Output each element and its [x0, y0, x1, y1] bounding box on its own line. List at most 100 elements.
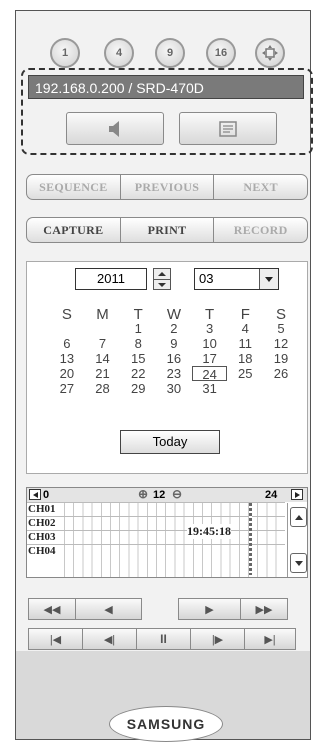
- year-down-icon[interactable]: [154, 280, 170, 290]
- calendar-day[interactable]: 5: [263, 321, 299, 336]
- year-value: 2011: [97, 271, 125, 286]
- calendar: 2011 03 S M T W T F S 1 2 3 4 5 6 7 8 9 10 11 12 13 1…: [26, 261, 308, 474]
- split-1-button[interactable]: 1: [50, 38, 80, 68]
- zoom-in-icon[interactable]: ⊕: [138, 487, 148, 501]
- calendar-day[interactable]: 16: [156, 351, 192, 366]
- capture-label: CAPTURE: [43, 222, 104, 237]
- calendar-day[interactable]: 4: [227, 321, 263, 336]
- calendar-day[interactable]: 31: [192, 381, 228, 396]
- calendar-days: 1 2 3 4 5 6 7 8 9 10 11 12 13 14 15 16 17 18 19 20 21 22 23 24 2…: [49, 321, 299, 396]
- year-field[interactable]: 2011: [75, 268, 147, 290]
- go-last-button[interactable]: ▶|: [244, 628, 296, 650]
- device-address-field[interactable]: 192.168.0.200 / SRD-470D: [28, 75, 304, 99]
- zoom-out-icon[interactable]: ⊖: [172, 487, 182, 501]
- previous-label: PREVIOUS: [134, 179, 200, 194]
- fullscreen-button[interactable]: [255, 38, 285, 68]
- today-button[interactable]: Today: [120, 430, 220, 454]
- calendar-day[interactable]: 1: [120, 321, 156, 336]
- fast-rewind-icon: ◀◀: [43, 603, 61, 616]
- month-select[interactable]: 03: [194, 268, 279, 290]
- split-9-button[interactable]: 9: [155, 38, 185, 68]
- viewer-panel: 1 4 9 16 192.168.0.200 / SRD-470D SEQUEN…: [15, 10, 313, 742]
- sequence-button-group: SEQUENCE PREVIOUS NEXT: [26, 174, 309, 200]
- timeline-row: CH04: [27, 544, 285, 558]
- split-4-button[interactable]: 4: [104, 38, 134, 68]
- scroll-down-icon[interactable]: [290, 553, 307, 573]
- previous-button[interactable]: PREVIOUS: [119, 174, 214, 200]
- calendar-day: [85, 321, 121, 336]
- split-16-button[interactable]: 16: [206, 38, 236, 68]
- calendar-day[interactable]: 21: [85, 366, 121, 381]
- calendar-day[interactable]: 24: [191, 366, 228, 382]
- calendar-day[interactable]: 17: [192, 351, 228, 366]
- calendar-day[interactable]: 18: [227, 351, 263, 366]
- calendar-day[interactable]: 20: [49, 366, 85, 381]
- calendar-day[interactable]: 15: [120, 351, 156, 366]
- calendar-day[interactable]: 8: [120, 336, 156, 351]
- channel-label: CH01: [28, 503, 56, 515]
- osd-button[interactable]: [179, 112, 277, 145]
- step-forward-button[interactable]: |▶: [190, 628, 245, 650]
- calendar-day[interactable]: 12: [263, 336, 299, 351]
- record-button[interactable]: RECORD: [213, 217, 309, 243]
- calendar-day[interactable]: 26: [263, 366, 299, 381]
- go-first-button[interactable]: |◀: [28, 628, 83, 650]
- samsung-logo: SAMSUNG: [109, 706, 223, 742]
- channel-label: CH03: [28, 531, 56, 543]
- next-label: NEXT: [243, 179, 278, 194]
- calendar-week: 12345: [49, 321, 299, 336]
- sequence-button[interactable]: SEQUENCE: [26, 174, 120, 200]
- calendar-day: [263, 381, 299, 396]
- timeline: 0 ⊕ 12 ⊖ 24 CH01 CH02 CH03 CH04 19:45:18: [26, 487, 308, 578]
- calendar-day[interactable]: 9: [156, 336, 192, 351]
- fast-forward-button[interactable]: ▶▶: [240, 598, 288, 620]
- play-backward-button[interactable]: ◀: [75, 598, 142, 620]
- brand-area: SAMSUNG: [16, 651, 310, 742]
- calendar-day[interactable]: 28: [85, 381, 121, 396]
- calendar-day[interactable]: 25: [227, 366, 263, 381]
- play-forward-button[interactable]: ▶: [178, 598, 241, 620]
- year-up-icon[interactable]: [154, 269, 170, 280]
- pause-button[interactable]: II: [136, 628, 191, 650]
- calendar-day: [227, 381, 263, 396]
- step-back-icon: ◀|: [103, 633, 116, 646]
- calendar-day[interactable]: 11: [227, 336, 263, 351]
- calendar-day[interactable]: 22: [120, 366, 156, 381]
- calendar-day[interactable]: 19: [263, 351, 299, 366]
- calendar-day[interactable]: 30: [156, 381, 192, 396]
- calendar-day[interactable]: 29: [120, 381, 156, 396]
- audio-button[interactable]: [66, 112, 164, 145]
- capture-button[interactable]: CAPTURE: [26, 217, 120, 243]
- time-cursor[interactable]: [249, 503, 252, 575]
- scroll-up-icon[interactable]: [290, 507, 307, 527]
- today-label: Today: [152, 434, 188, 449]
- calendar-day[interactable]: 10: [192, 336, 228, 351]
- calendar-day[interactable]: 6: [49, 336, 85, 351]
- split-16-label: 16: [214, 47, 228, 59]
- step-back-button[interactable]: ◀|: [82, 628, 137, 650]
- fast-rewind-button[interactable]: ◀◀: [28, 598, 76, 620]
- calendar-day[interactable]: 14: [85, 351, 121, 366]
- play-forward-icon: ▶: [205, 603, 214, 616]
- timeline-mid-hour: 12: [153, 489, 166, 501]
- year-spinner[interactable]: [153, 268, 171, 290]
- split-9-label: 9: [166, 47, 174, 59]
- calendar-day[interactable]: 7: [85, 336, 121, 351]
- print-button[interactable]: PRINT: [119, 217, 214, 243]
- timeline-left-icon[interactable]: [29, 489, 41, 500]
- sequence-label: SEQUENCE: [39, 179, 108, 194]
- capture-button-group: CAPTURE PRINT RECORD: [26, 217, 309, 243]
- calendar-day: [49, 321, 85, 336]
- speaker-icon: [109, 120, 119, 137]
- chevron-down-icon[interactable]: [259, 269, 278, 289]
- timeline-right-icon[interactable]: [291, 489, 303, 500]
- calendar-day[interactable]: 3: [192, 321, 228, 336]
- calendar-day[interactable]: 23: [156, 366, 192, 381]
- calendar-day[interactable]: 13: [49, 351, 85, 366]
- timeline-scrollbar[interactable]: [287, 503, 307, 577]
- calendar-day[interactable]: 27: [49, 381, 85, 396]
- skip-end-icon: ▶|: [264, 633, 276, 646]
- next-button[interactable]: NEXT: [213, 174, 309, 200]
- step-forward-icon: |▶: [211, 633, 224, 646]
- calendar-day[interactable]: 2: [156, 321, 192, 336]
